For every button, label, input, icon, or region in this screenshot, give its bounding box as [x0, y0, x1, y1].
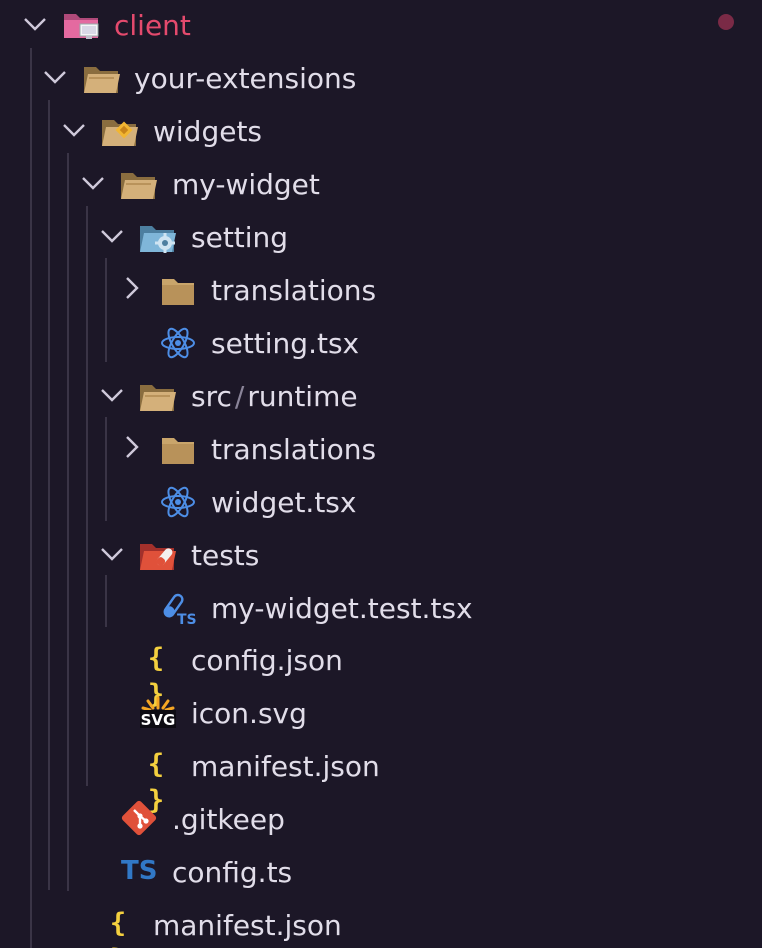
tree-item-your-extensions[interactable]: your-extensions	[0, 53, 762, 105]
typescript-icon: TS	[121, 856, 158, 886]
file-explorer-tree: client your-extensions widgets my-widget…	[0, 0, 762, 948]
tree-item-setting-tsx[interactable]: setting.tsx	[0, 318, 762, 370]
tree-item-label: client	[114, 9, 191, 42]
path-segment: runtime	[247, 380, 358, 413]
chevron-down-icon[interactable]	[20, 8, 50, 38]
tree-item-widgets[interactable]: widgets	[0, 106, 762, 158]
tree-item-setting[interactable]: setting	[0, 212, 762, 264]
chevron-down-icon[interactable]	[97, 538, 127, 568]
folder-closed-icon	[162, 438, 194, 464]
tree-item-label: config.ts	[172, 856, 293, 889]
folder-client-icon	[64, 14, 99, 39]
json-icon: { }	[147, 643, 169, 710]
tree-item-my-widget[interactable]: my-widget	[0, 159, 762, 211]
folder-icon	[84, 67, 120, 93]
tree-item-gitkeep[interactable]: .gitkeep	[0, 794, 762, 846]
tree-item-config-ts[interactable]: TS config.ts	[0, 847, 762, 899]
tree-item-my-widget-test-tsx[interactable]: TS my-widget.test.tsx	[0, 583, 762, 635]
tree-item-label: widgets	[153, 115, 263, 148]
chevron-right-icon[interactable]	[116, 273, 146, 303]
svg-icon-text: SVG	[141, 711, 176, 729]
git-icon	[121, 800, 157, 836]
tree-item-icon-svg[interactable]: SVG icon.svg	[0, 688, 762, 740]
tree-item-label: my-widget	[172, 168, 320, 201]
tree-item-label: manifest.json	[153, 909, 342, 942]
tree-item-src-runtime[interactable]: src / runtime	[0, 371, 762, 423]
json-icon: { }	[147, 749, 169, 816]
tree-item-widget-tsx[interactable]: widget.tsx	[0, 477, 762, 529]
path-segment: src	[191, 380, 232, 413]
tree-item-label: manifest.json	[191, 750, 380, 783]
chevron-down-icon[interactable]	[97, 379, 127, 409]
tree-item-label: config.json	[191, 644, 343, 677]
tree-item-label: src / runtime	[191, 379, 358, 415]
chevron-down-icon[interactable]	[97, 220, 127, 250]
folder-tests-icon	[140, 544, 176, 570]
tree-item-label: your-extensions	[134, 62, 357, 95]
tree-item-manifest-json[interactable]: { } manifest.json	[0, 741, 762, 816]
folder-icon	[140, 385, 176, 411]
path-separator: /	[234, 380, 245, 413]
modified-status-dot	[718, 14, 734, 30]
chevron-down-icon[interactable]	[78, 167, 108, 197]
json-icon: { }	[109, 908, 131, 948]
tree-item-tests[interactable]: tests	[0, 530, 762, 582]
tree-item-label: .gitkeep	[172, 803, 285, 836]
react-icon	[161, 486, 195, 518]
folder-setting-icon	[140, 226, 176, 253]
chevron-down-icon[interactable]	[59, 114, 89, 144]
tree-item-label: tests	[191, 539, 260, 572]
folder-icon	[121, 173, 157, 199]
tree-item-label: translations	[211, 433, 377, 466]
test-ts-icon: TS	[163, 593, 197, 627]
tree-item-config-json[interactable]: { } config.json	[0, 635, 762, 710]
tree-item-label: widget.tsx	[211, 486, 357, 519]
svg-icon: SVG	[140, 696, 176, 729]
tree-item-client[interactable]: client	[0, 0, 762, 52]
tree-item-translations[interactable]: translations	[0, 265, 762, 317]
tree-item-label: my-widget.test.tsx	[211, 592, 473, 625]
folder-widgets-icon	[102, 120, 138, 146]
chevron-down-icon[interactable]	[40, 61, 70, 91]
tree-item-label: translations	[211, 274, 377, 307]
tree-item-manifest-json[interactable]: { } manifest.json	[0, 900, 762, 948]
chevron-right-icon[interactable]	[116, 432, 146, 462]
tree-item-label: setting.tsx	[211, 327, 360, 360]
tree-item-translations[interactable]: translations	[0, 424, 762, 476]
svg-text:TS: TS	[177, 612, 197, 627]
react-icon	[161, 327, 195, 359]
folder-closed-icon	[162, 279, 194, 305]
tree-item-label: icon.svg	[191, 697, 307, 730]
tree-item-label: setting	[191, 221, 289, 254]
